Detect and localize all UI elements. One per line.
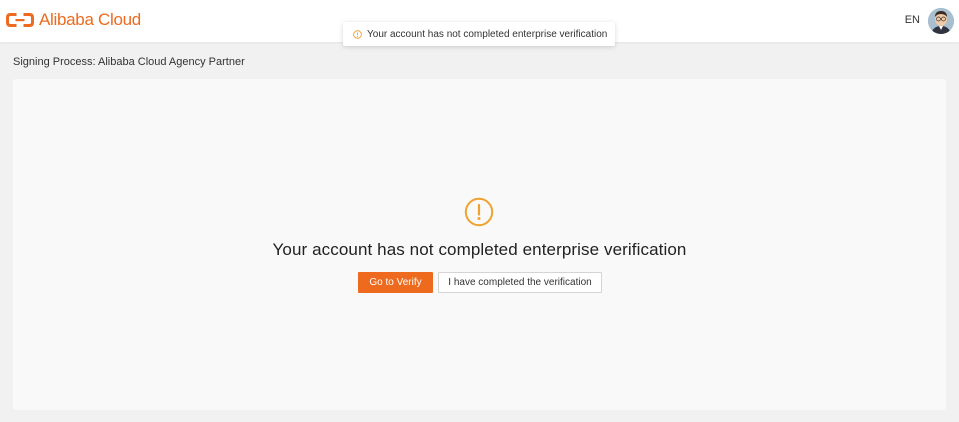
toast-message: Your account has not completed enterpris…: [367, 28, 608, 40]
user-avatar[interactable]: [928, 8, 954, 34]
alibaba-cloud-logo-icon: [6, 13, 34, 27]
verification-result-card: Your account has not completed enterpris…: [13, 79, 946, 410]
warning-circle-icon: [464, 197, 494, 227]
warning-toast: Your account has not completed enterpris…: [343, 22, 615, 46]
avatar-icon: [928, 8, 954, 34]
completed-verification-button[interactable]: I have completed the verification: [438, 272, 602, 293]
result-title: Your account has not completed enterpris…: [272, 240, 687, 259]
alibaba-cloud-logo[interactable]: Alibaba Cloud: [6, 9, 141, 31]
go-to-verify-button[interactable]: Go to Verify: [358, 272, 433, 293]
page-title: Signing Process: Alibaba Cloud Agency Pa…: [13, 56, 245, 68]
logo-text: Alibaba Cloud: [39, 10, 141, 29]
warning-circle-icon: [353, 29, 362, 39]
language-switcher[interactable]: EN: [905, 14, 920, 26]
